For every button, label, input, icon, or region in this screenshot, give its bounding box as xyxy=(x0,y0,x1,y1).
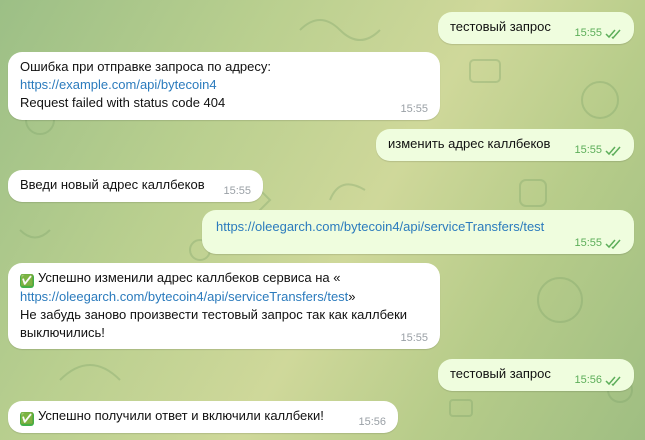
message-text: Введи новый адрес каллбеков xyxy=(20,177,205,192)
outgoing-message[interactable]: https://oleegarch.com/bytecoin4/api/serv… xyxy=(202,210,634,254)
message-text: выключились! xyxy=(20,325,105,340)
double-check-icon xyxy=(605,29,621,40)
incoming-message[interactable]: Ошибка при отправке запроса по адресу: h… xyxy=(8,52,440,120)
outgoing-message[interactable]: тестовый запрос 15:56 xyxy=(438,359,634,391)
check-mark-icon: ✅ xyxy=(20,412,34,426)
message-link[interactable]: https://example.com/api/bytecoin4 xyxy=(20,76,428,94)
message-time: 15:55 xyxy=(400,332,428,344)
message-text: изменить адрес каллбеков xyxy=(388,136,551,151)
message-text: Не забудь заново произвести тестовый зап… xyxy=(20,307,408,322)
message-time: 15:55 xyxy=(574,144,602,156)
message-text: тестовый запрос xyxy=(450,19,551,34)
message-text: тестовый запрос xyxy=(450,366,551,381)
outgoing-message[interactable]: изменить адрес каллбеков 15:55 xyxy=(376,129,634,161)
incoming-message[interactable]: ✅ Успешно получили ответ и включили каллб… xyxy=(8,401,398,433)
double-check-icon xyxy=(605,239,621,250)
message-link[interactable]: https://oleegarch.com/bytecoin4/api/serv… xyxy=(216,218,544,236)
outgoing-message[interactable]: тестовый запрос 15:55 xyxy=(438,12,634,44)
message-text: Успешно изменили адрес каллбеков сервиса… xyxy=(38,270,341,285)
incoming-message[interactable]: Введи новый адрес каллбеков 15:55 xyxy=(8,170,263,202)
message-time: 15:56 xyxy=(358,416,386,428)
message-time: 15:55 xyxy=(574,237,602,249)
message-time: 15:55 xyxy=(574,27,602,39)
check-mark-icon: ✅ xyxy=(20,274,34,288)
message-text: Ошибка при отправке запроса по адресу: xyxy=(20,59,271,74)
message-link[interactable]: https://oleegarch.com/bytecoin4/api/serv… xyxy=(20,289,348,304)
message-time: 15:55 xyxy=(400,103,428,115)
double-check-icon xyxy=(605,146,621,157)
message-text: » xyxy=(348,289,356,304)
message-text: Успешно получили ответ и включили каллбе… xyxy=(38,408,324,423)
incoming-message[interactable]: ✅ Успешно изменили адрес каллбеков сервис… xyxy=(8,263,440,349)
double-check-icon xyxy=(605,376,621,387)
message-time: 15:56 xyxy=(574,374,602,386)
message-time: 15:55 xyxy=(223,185,251,197)
message-text: Request failed with status code 404 xyxy=(20,95,226,110)
